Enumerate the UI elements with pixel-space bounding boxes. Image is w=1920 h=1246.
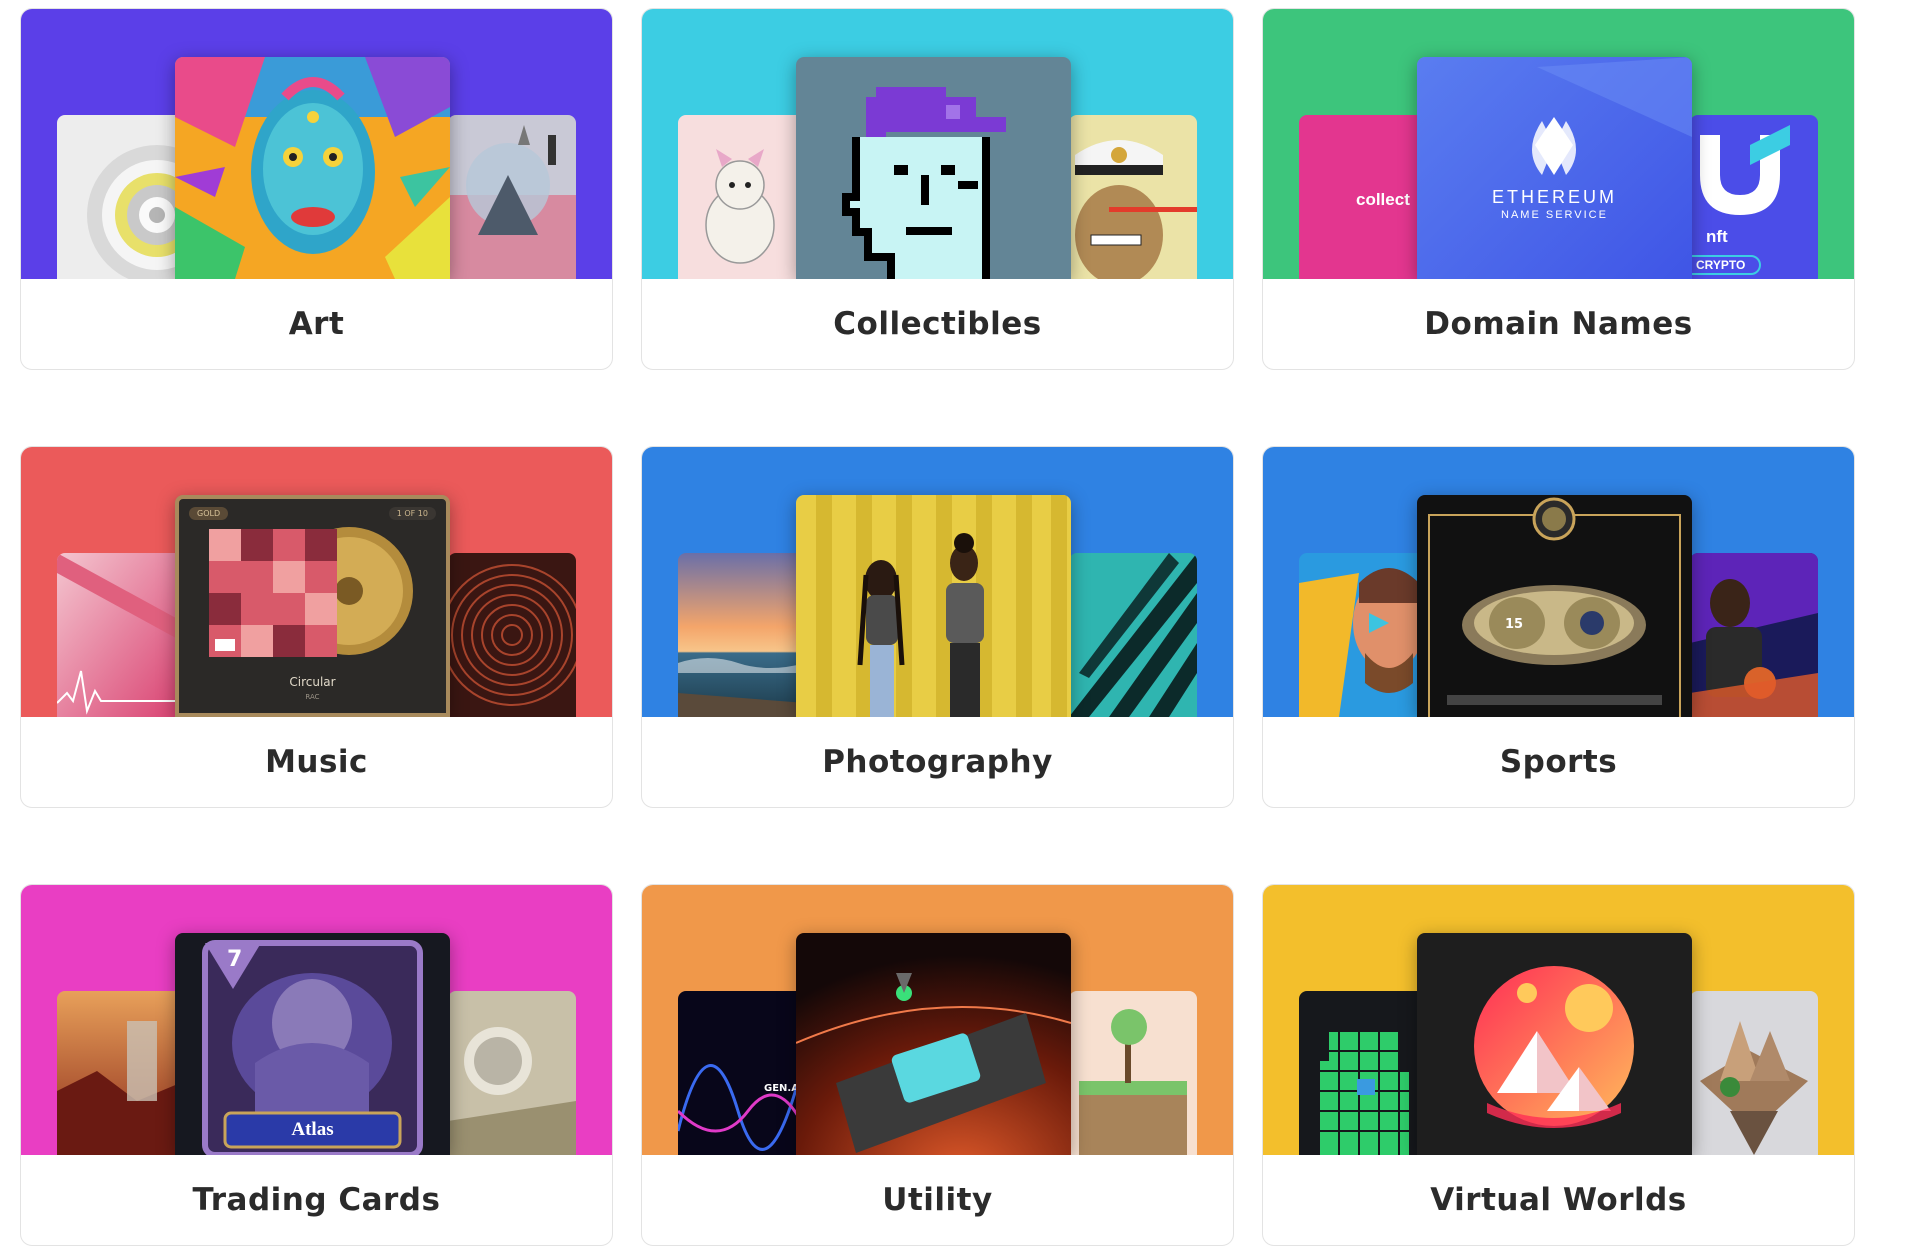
category-card-utility[interactable]: GEN.A Utility — [641, 884, 1234, 1246]
card-number: 7 — [227, 947, 243, 972]
category-card-collectibles[interactable]: Collectibles — [641, 8, 1234, 370]
trading-cards-thumb-right — [448, 991, 576, 1155]
domain-names-thumb-left: collect — [1299, 115, 1427, 279]
ens-title: ETHEREUM — [1491, 187, 1617, 207]
sports-thumb-right — [1690, 553, 1818, 717]
sports-banner: 15 — [1263, 447, 1854, 717]
music-thumb-right — [448, 553, 576, 717]
art-banner — [21, 9, 612, 279]
music-artist: RAC — [305, 693, 320, 701]
sports-thumb-main: 15 — [1417, 495, 1692, 717]
collectibles-thumb-right — [1069, 115, 1197, 279]
page-scrollbar[interactable] — [1906, 0, 1920, 1220]
category-title: Music — [265, 744, 368, 780]
domain-names-thumb-right: nft CRYPTO — [1690, 115, 1818, 279]
ring-number: 15 — [1505, 617, 1524, 632]
crypto-badge: CRYPTO — [1690, 255, 1762, 275]
category-title: Utility — [882, 1182, 993, 1218]
category-title: Collectibles — [833, 306, 1042, 342]
music-thumb-left — [57, 553, 185, 717]
utility-banner: GEN.A — [642, 885, 1233, 1155]
gen-text: GEN.A — [764, 1083, 799, 1094]
category-title: Photography — [822, 744, 1053, 780]
category-title: Sports — [1499, 744, 1618, 780]
trading-cards-thumb-left — [57, 991, 185, 1155]
collectibles-thumb-left — [678, 115, 806, 279]
category-title: Trading Cards — [192, 1182, 441, 1218]
music-thumb-main: GOLD 1 OF 10 Circular RAC — [175, 495, 450, 717]
ens-logo-icon — [1532, 57, 1692, 175]
music-title: Circular — [289, 675, 336, 689]
collectibles-banner — [642, 9, 1233, 279]
virtual-worlds-banner — [1263, 885, 1854, 1155]
category-card-trading-cards[interactable]: 7 Atlas Trading Cards — [20, 884, 613, 1246]
photography-thumb-right — [1069, 553, 1197, 717]
virtual-worlds-thumb-left — [1299, 991, 1427, 1155]
category-card-art[interactable]: Art — [20, 8, 613, 370]
art-thumb-left — [57, 115, 185, 279]
trading-cards-banner: 7 Atlas — [21, 885, 612, 1155]
decentraland-logo-icon — [1474, 966, 1634, 1128]
category-card-music[interactable]: GOLD 1 OF 10 Circular RAC Music — [20, 446, 613, 808]
domain-names-thumb-main: ETHEREUM NAME SERVICE — [1417, 57, 1692, 279]
art-thumb-right — [448, 115, 576, 279]
category-title: Domain Names — [1424, 306, 1693, 342]
utility-thumb-right — [1069, 991, 1197, 1155]
utility-thumb-left: GEN.A — [678, 991, 806, 1155]
category-card-virtual-worlds[interactable]: Virtual Worlds — [1262, 884, 1855, 1246]
photography-thumb-left — [678, 553, 806, 717]
championship-ring-icon — [1428, 497, 1681, 717]
category-title: Virtual Worlds — [1430, 1182, 1687, 1218]
virtual-worlds-thumb-right — [1690, 991, 1818, 1155]
collectibles-thumb-main — [796, 57, 1071, 279]
domain-names-banner: collect nft CRYPTO ETHEREUM NAME SERVICE — [1263, 9, 1854, 279]
trading-cards-thumb-main: 7 Atlas — [175, 933, 450, 1155]
nft-text: nft — [1706, 227, 1728, 246]
photography-banner — [642, 447, 1233, 717]
card-name: Atlas — [291, 1119, 334, 1140]
utility-thumb-main — [796, 933, 1071, 1155]
category-card-photography[interactable]: Photography — [641, 446, 1234, 808]
sports-thumb-left — [1299, 553, 1427, 717]
category-card-sports[interactable]: 15 Sports — [1262, 446, 1855, 808]
category-card-domain-names[interactable]: collect nft CRYPTO ETHEREUM NAME SERVICE… — [1262, 8, 1855, 370]
virtual-worlds-thumb-main — [1417, 933, 1692, 1155]
photography-thumb-main — [796, 495, 1071, 717]
ens-subtitle: NAME SERVICE — [1501, 209, 1608, 221]
collect-text: collect — [1356, 190, 1410, 209]
category-title: Art — [288, 306, 345, 342]
art-thumb-main — [175, 57, 450, 279]
music-banner: GOLD 1 OF 10 Circular RAC — [21, 447, 612, 717]
